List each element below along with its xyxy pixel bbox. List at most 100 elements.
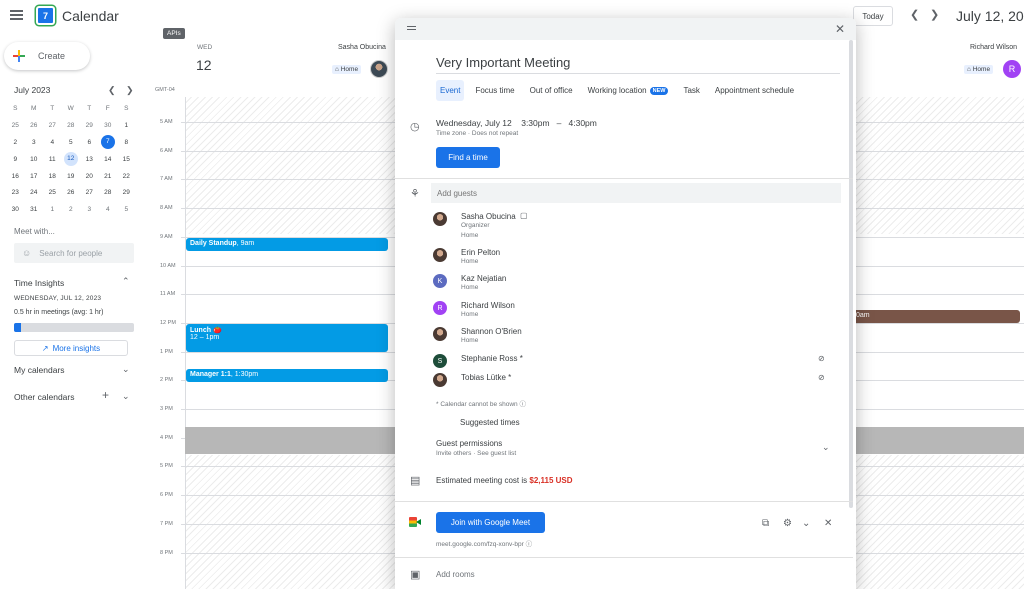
mini-calendar-day[interactable]: 31 — [25, 206, 44, 213]
mini-calendar-day[interactable]: 26 — [62, 189, 81, 196]
mini-calendar-day[interactable]: 17 — [25, 173, 44, 180]
add-guests-input[interactable] — [431, 183, 841, 203]
mini-calendar-day[interactable]: 7 — [100, 135, 115, 150]
today-button[interactable]: Today — [853, 6, 893, 26]
mini-calendar-day[interactable]: 8 — [117, 139, 136, 146]
mini-calendar-day[interactable]: 6 — [80, 139, 99, 146]
chevron-down-icon[interactable]: ⌄ — [122, 391, 130, 402]
event-richard[interactable]: 0am — [852, 310, 1020, 323]
mini-calendar-day[interactable]: 22 — [117, 173, 136, 180]
mini-calendar-day[interactable]: 5 — [62, 139, 81, 146]
close-icon[interactable]: ✕ — [835, 22, 845, 36]
mini-calendar-day[interactable]: 26 — [25, 122, 44, 129]
mini-calendar-day[interactable]: 29 — [117, 189, 136, 196]
main-menu-icon[interactable] — [10, 10, 23, 20]
day-number[interactable]: 12 — [196, 57, 212, 73]
copy-icon[interactable]: ⧉ — [762, 518, 769, 529]
gear-icon[interactable]: ⚙ — [783, 518, 792, 529]
mini-calendar-day[interactable]: 24 — [25, 189, 44, 196]
suggested-times-button[interactable]: Suggested times — [460, 418, 520, 427]
event-manager-1-1[interactable]: Manager 1:1, 1:30pm — [186, 369, 388, 382]
tab-focus-time[interactable]: Focus time — [471, 80, 518, 101]
mini-calendar-day[interactable]: 30 — [6, 206, 25, 213]
drag-icon[interactable] — [407, 26, 416, 32]
tab-out-of-office[interactable]: Out of office — [526, 80, 577, 101]
event-daily-standup[interactable]: Daily Standup, 9am — [186, 238, 388, 251]
mini-calendar-day[interactable]: 25 — [6, 122, 25, 129]
mini-calendar-day[interactable]: 4 — [43, 139, 62, 146]
event-date[interactable]: Wednesday, July 12 — [436, 118, 512, 128]
mini-calendar-week: 25 26 27 28 29 30 1 — [6, 117, 139, 134]
avatar[interactable] — [370, 60, 388, 78]
mini-calendar-day[interactable]: 27 — [80, 189, 99, 196]
mini-calendar-day[interactable]: 3 — [80, 206, 99, 213]
close-icon[interactable]: ✕ — [824, 518, 832, 529]
other-calendars-heading[interactable]: Other calendars — [14, 392, 74, 402]
chevron-left-icon[interactable]: ❮ — [108, 85, 116, 96]
scrollbar[interactable] — [849, 40, 853, 508]
chevron-right-icon[interactable]: ❯ — [126, 85, 134, 96]
meet-url[interactable]: meet.google.com/fzq-xonv-bpr — [436, 541, 524, 548]
chevron-up-icon[interactable]: ⌃ — [122, 276, 130, 287]
mini-calendar-day[interactable]: 13 — [80, 156, 99, 163]
help-icon[interactable]: ⓘ — [519, 401, 526, 408]
mini-calendar-day[interactable]: 9 — [6, 156, 25, 163]
more-insights-button[interactable]: ↗ More insights — [14, 340, 128, 356]
mini-calendar-day[interactable]: 2 — [6, 139, 25, 146]
mini-calendar-day[interactable]: 12 — [63, 152, 78, 167]
tab-event[interactable]: Event — [436, 80, 465, 101]
calendar-logo-icon[interactable]: 7 — [36, 6, 55, 25]
tab-task[interactable]: Task — [679, 80, 703, 101]
add-calendar-icon[interactable]: + — [102, 388, 109, 402]
mini-calendar-day[interactable]: 4 — [99, 206, 118, 213]
tab-appointment-schedule[interactable]: Appointment schedule — [711, 80, 798, 101]
mini-calendar-day[interactable]: 29 — [80, 122, 99, 129]
mini-calendar-day[interactable]: 28 — [99, 189, 118, 196]
mini-calendar-day[interactable]: 21 — [99, 173, 118, 180]
mini-calendar-day[interactable]: 1 — [43, 206, 62, 213]
chevron-left-icon[interactable]: ❮ — [910, 8, 919, 21]
event-start-time[interactable]: 3:30pm — [521, 118, 549, 128]
mini-calendar-day[interactable]: 16 — [6, 173, 25, 180]
event-end-time[interactable]: 4:30pm — [569, 118, 597, 128]
dialog-drag-handle[interactable]: ✕ — [395, 18, 856, 40]
mini-calendar-day[interactable]: 2 — [62, 206, 81, 213]
mini-calendar-day[interactable]: 25 — [43, 189, 62, 196]
time-insights-progress-bar — [14, 323, 134, 332]
mini-calendar-day[interactable]: 3 — [25, 139, 44, 146]
tab-working-location[interactable]: Working location NEW — [584, 80, 673, 101]
help-icon[interactable]: ⓘ — [526, 541, 533, 548]
create-button[interactable]: Create — [4, 42, 90, 70]
meet-link[interactable]: meet.google.com/fzq-xonv-bpr ⓘ — [436, 538, 532, 548]
mini-calendar-day[interactable]: 1 — [117, 122, 136, 129]
mini-calendar-day[interactable]: 20 — [80, 173, 99, 180]
guest-permissions-title[interactable]: Guest permissions — [436, 439, 502, 448]
mini-calendar-day[interactable]: 14 — [99, 156, 118, 163]
chevron-down-icon[interactable]: ⌄ — [822, 442, 830, 453]
search-people-input[interactable]: ☺ Search for people — [14, 243, 134, 263]
join-google-meet-button[interactable]: Join with Google Meet — [436, 512, 545, 533]
find-a-time-button[interactable]: Find a time — [436, 147, 500, 168]
mini-calendar-day[interactable]: 15 — [117, 156, 136, 163]
chevron-down-icon[interactable]: ⌄ — [122, 364, 130, 375]
mini-calendar-day[interactable]: 19 — [62, 173, 81, 180]
mini-calendar-day[interactable]: 28 — [62, 122, 81, 129]
timezone-repeat-note[interactable]: Time zone · Does not repeat — [436, 130, 518, 137]
event-title-input[interactable] — [436, 52, 840, 74]
mini-calendar-day[interactable]: 18 — [43, 173, 62, 180]
mini-calendar-day[interactable]: 27 — [43, 122, 62, 129]
add-rooms-button[interactable]: Add rooms — [436, 570, 475, 579]
mini-calendar-day[interactable]: 5 — [117, 206, 136, 213]
mini-calendar-day[interactable]: 23 — [6, 189, 25, 196]
mini-calendar-day[interactable]: 11 — [43, 156, 62, 163]
home-location-chip: ⌂ Home — [964, 65, 994, 74]
chevron-right-icon[interactable]: ❯ — [930, 8, 939, 21]
hour-label: 12 PM — [160, 319, 176, 326]
chevron-down-icon[interactable]: ⌄ — [802, 518, 810, 529]
event-lunch[interactable]: Lunch 🍅 12 – 1pm — [186, 324, 388, 352]
avatar[interactable]: R — [1003, 60, 1021, 78]
my-calendars-heading[interactable]: My calendars — [14, 365, 65, 375]
hour-label: 10 AM — [160, 262, 176, 269]
mini-calendar-day[interactable]: 10 — [25, 156, 44, 163]
mini-calendar-day[interactable]: 30 — [99, 122, 118, 129]
